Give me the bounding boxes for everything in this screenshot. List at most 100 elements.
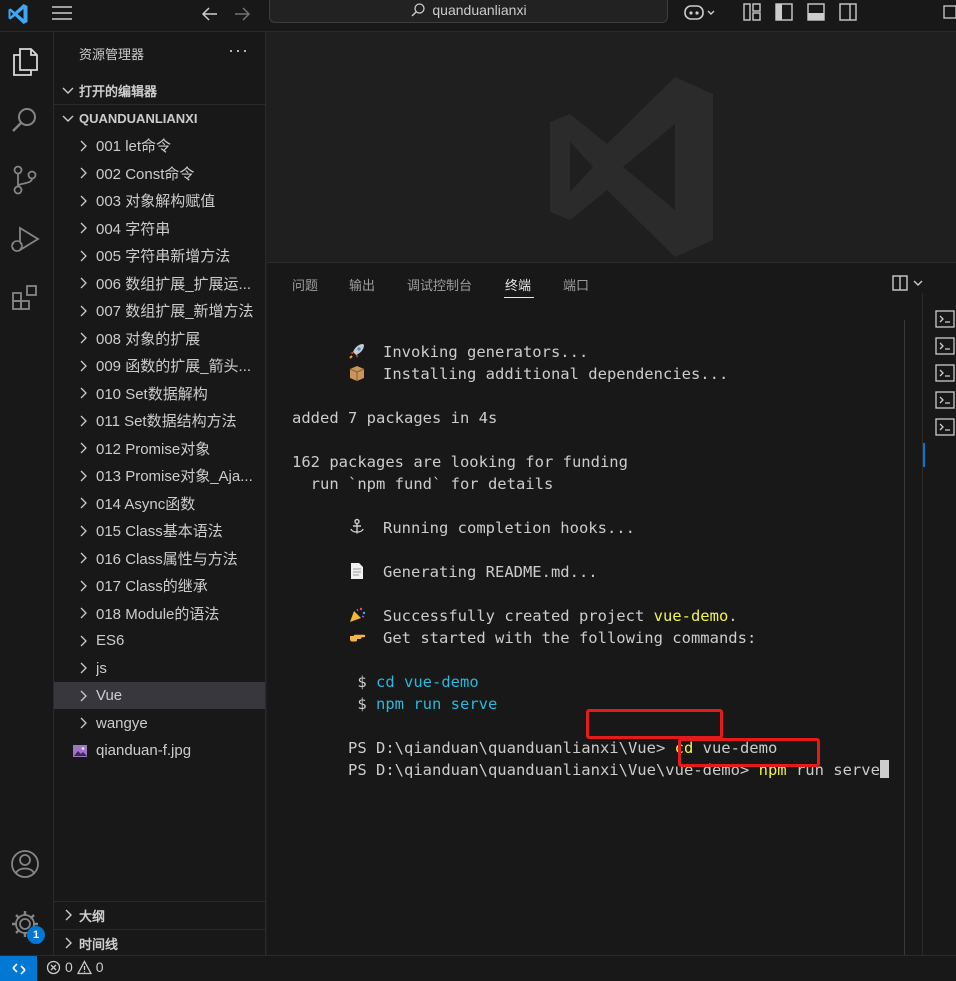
editor-area[interactable]	[267, 32, 956, 262]
forward-arrow-icon[interactable]	[232, 4, 252, 24]
highlight-box-npm	[678, 738, 820, 767]
timeline-header[interactable]: 时间线	[54, 930, 266, 956]
tree-item-label: 008 对象的扩展	[96, 330, 201, 348]
tree-item[interactable]: 006 数组扩展_扩展运...	[54, 270, 265, 297]
warning-icon	[76, 959, 92, 974]
tree-item[interactable]: 007 数组扩展_新增方法	[54, 297, 265, 324]
terminal-line: Running completion hooks...	[383, 519, 635, 537]
highlight-box-cd	[586, 709, 723, 739]
manage-settings-button[interactable]: 1	[5, 904, 45, 944]
problems-status[interactable]: 0 0	[46, 959, 104, 975]
chevron-right-icon	[80, 305, 87, 316]
tab-debug-console[interactable]: 调试控制台	[407, 275, 472, 294]
toggle-sidebar-icon[interactable]	[773, 1, 795, 23]
tree-item-label: 018 Module的语法	[96, 605, 220, 623]
tree-item[interactable]: 015 Class基本语法	[54, 517, 265, 544]
tree-item-label: 006 数组扩展_扩展运...	[96, 275, 252, 293]
chevron-right-icon	[80, 140, 87, 151]
bottom-panel: 问题 输出 调试控制台 终端 端口 Invoking generators...…	[267, 262, 956, 956]
tree-item-label: 005 字符串新增方法	[96, 248, 231, 265]
chevron-right-icon	[80, 635, 87, 646]
tree-item[interactable]: 017 Class的继承	[54, 572, 265, 599]
tree-item[interactable]: 013 Promise对象_Aja...	[54, 462, 265, 489]
chevron-right-icon	[80, 442, 87, 454]
split-terminal-icon[interactable]	[891, 274, 909, 292]
tree-item-label: 013 Promise对象_Aja...	[96, 468, 253, 485]
more-actions-button[interactable]: ···	[228, 40, 249, 61]
command-center-search[interactable]: quanduanlianxi	[269, 0, 668, 23]
active-terminal-indicator	[923, 443, 925, 467]
package-icon	[349, 366, 365, 381]
search-icon	[411, 3, 426, 17]
tree-item[interactable]: 001 let命令	[54, 132, 265, 159]
tree-item[interactable]: 016 Class属性与方法	[54, 545, 265, 572]
tab-terminal[interactable]: 终端	[505, 275, 531, 294]
tab-ports[interactable]: 端口	[563, 275, 589, 294]
chevron-right-icon	[80, 415, 87, 426]
terminal-divider[interactable]	[904, 320, 905, 956]
tree-item-label: 010 Set数据解构	[96, 385, 208, 403]
timeline-label: 时间线	[79, 936, 119, 952]
terminal-line: run `npm fund` for details	[292, 475, 554, 493]
terminal-instance-icon[interactable]	[935, 364, 955, 382]
customize-layout-icon[interactable]	[741, 1, 763, 23]
tree-item[interactable]: qianduan-f.jpg	[54, 737, 265, 764]
tree-item[interactable]: 009 函数的扩展_箭头...	[54, 352, 265, 379]
chevron-right-icon	[80, 690, 87, 701]
chevron-right-icon	[80, 717, 87, 729]
back-arrow-icon[interactable]	[200, 4, 220, 24]
open-editors-header[interactable]: 打开的编辑器	[54, 77, 266, 103]
tree-item[interactable]: js	[54, 655, 265, 682]
tree-item[interactable]: 005 字符串新增方法	[54, 242, 265, 269]
anchor-icon	[350, 518, 364, 534]
chevron-right-icon	[80, 222, 87, 234]
explorer-button[interactable]	[5, 42, 45, 82]
copilot-icon[interactable]	[683, 2, 717, 24]
source-control-button[interactable]	[5, 160, 45, 200]
tree-item-label: 002 Const命令	[96, 165, 195, 183]
tree-item[interactable]: 003 对象解构赋值	[54, 187, 265, 214]
workspace-label: QUANDUANLIANXI	[79, 110, 198, 126]
tree-item[interactable]: 004 字符串	[54, 215, 265, 242]
tree-item-label: Vue	[96, 687, 123, 704]
terminal-instance-icon[interactable]	[935, 310, 955, 328]
tree-item[interactable]: 011 Set数据结构方法	[54, 407, 265, 434]
error-count: 0	[65, 959, 73, 975]
tab-problems[interactable]: 问题	[292, 275, 318, 294]
chevron-down-icon[interactable]	[911, 276, 925, 290]
outline-header[interactable]: 大纲	[54, 902, 266, 928]
terminal-instance-icon[interactable]	[935, 391, 955, 409]
tree-item-label: ES6	[96, 632, 125, 649]
menu-icon[interactable]	[50, 2, 74, 26]
chevron-right-icon	[80, 470, 87, 481]
activity-bar: 1	[0, 32, 54, 955]
tree-item-label: 017 Class的继承	[96, 578, 208, 595]
tree-item[interactable]: ES6	[54, 627, 265, 654]
tab-output[interactable]: 输出	[349, 275, 375, 294]
terminal-instance-icon[interactable]	[935, 337, 955, 355]
toggle-secondary-sidebar-icon[interactable]	[837, 1, 859, 23]
tree-item-label: 003 对象解构赋值	[96, 193, 216, 210]
tree-item[interactable]: 014 Async函数	[54, 490, 265, 517]
tree-item[interactable]: Vue	[54, 682, 265, 709]
warning-count: 0	[95, 959, 104, 975]
tree-item[interactable]: 018 Module的语法	[54, 600, 265, 627]
tree-item[interactable]: 012 Promise对象	[54, 435, 265, 462]
remote-indicator-button[interactable]	[0, 956, 37, 981]
workspace-header[interactable]: QUANDUANLIANXI	[54, 105, 266, 131]
chevron-right-icon	[80, 167, 87, 179]
maximize-icon[interactable]	[938, 1, 956, 23]
extensions-button[interactable]	[5, 278, 45, 318]
active-tab-indicator	[504, 297, 534, 298]
tree-item[interactable]: wangye	[54, 710, 265, 737]
vscode-logo-icon[interactable]	[6, 2, 30, 26]
run-debug-button[interactable]	[5, 219, 45, 259]
tree-item[interactable]: 002 Const命令	[54, 160, 265, 187]
toggle-panel-icon[interactable]	[805, 1, 827, 23]
tree-item-label: 016 Class属性与方法	[96, 550, 238, 568]
account-button[interactable]	[5, 844, 45, 884]
tree-item[interactable]: 008 对象的扩展	[54, 325, 265, 352]
search-button[interactable]	[5, 101, 45, 141]
terminal-instance-icon[interactable]	[935, 418, 955, 436]
tree-item[interactable]: 010 Set数据解构	[54, 380, 265, 407]
